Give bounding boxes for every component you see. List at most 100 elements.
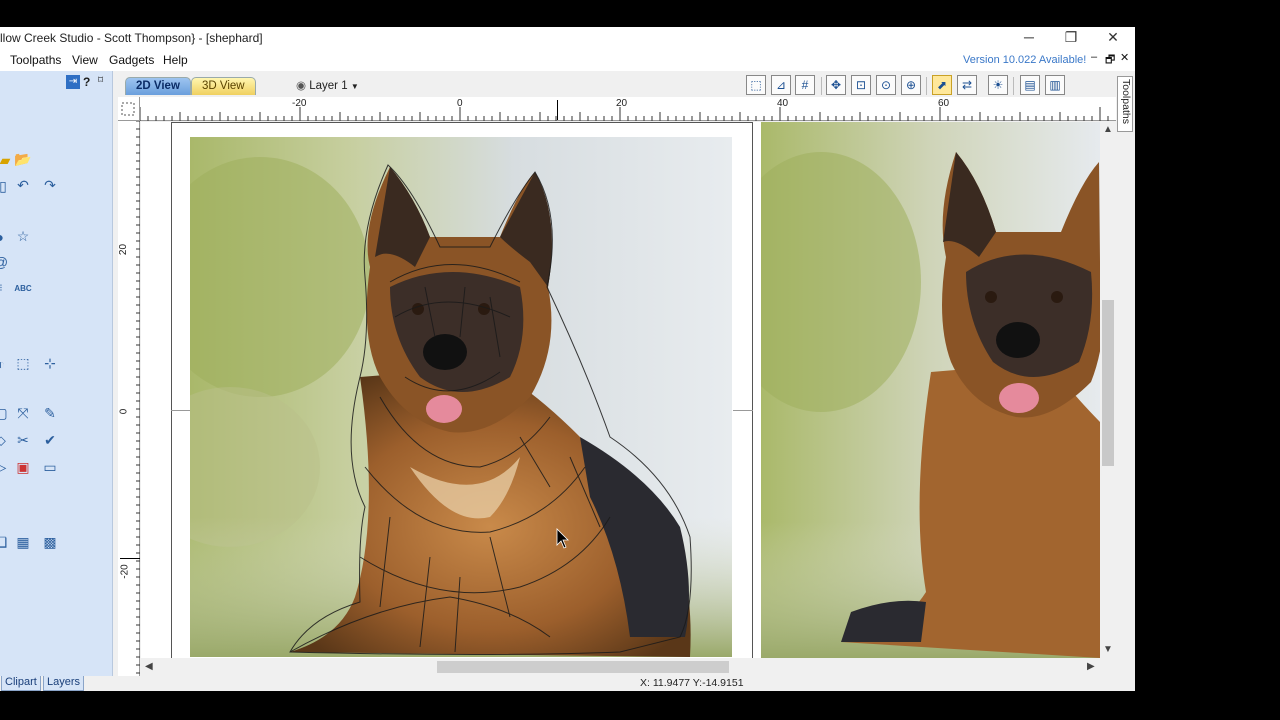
menu-toolpaths[interactable]: Toolpaths: [10, 53, 61, 67]
transform-icon[interactable]: ⬚: [14, 354, 32, 372]
status-bar: X: 11.9477 Y:-14.9151: [113, 676, 1135, 691]
title-bar: llow Creek Studio - Scott Thompson} - [s…: [0, 27, 1135, 49]
ruler-corner[interactable]: [118, 97, 140, 121]
undo-icon[interactable]: ↶: [14, 176, 32, 194]
scroll-thumb[interactable]: [1102, 300, 1114, 466]
dog-photo-traced[interactable]: [190, 137, 732, 657]
scroll-down-icon[interactable]: ▼: [1103, 644, 1113, 655]
split-v-icon[interactable]: ▥: [1045, 75, 1065, 95]
toolbar-separator: [821, 77, 822, 95]
ruler-label: 0: [118, 408, 130, 415]
align-center-icon[interactable]: ⊹: [41, 354, 59, 372]
toolpaths-tab-label: Toolpaths: [1120, 79, 1132, 124]
menu-view[interactable]: View: [72, 53, 98, 67]
toolbar-separator: [1013, 77, 1014, 95]
rotate-icon[interactable]: ◐: [0, 355, 10, 373]
image-icon[interactable]: ▭: [41, 458, 59, 476]
chevron-down-icon: ▼: [350, 82, 359, 91]
help-button[interactable]: ?: [83, 75, 90, 89]
mdi-minimize-button[interactable]: –: [1091, 51, 1097, 63]
menu-help[interactable]: Help: [163, 53, 188, 67]
layer-label: Layer 1: [309, 80, 348, 92]
window-title: llow Creek Studio - Scott Thompson} - [s…: [0, 31, 263, 45]
open-folder-icon[interactable]: ▰: [0, 151, 14, 169]
dots-icon[interactable]: ⁝: [0, 279, 10, 297]
zoom-all-icon[interactable]: ⊕: [901, 75, 921, 95]
left-panel-tabs: Clipart Layers: [0, 676, 113, 691]
ruler-label: 20: [616, 98, 628, 109]
scroll-thumb[interactable]: [437, 661, 729, 673]
layer-icon: ◉: [296, 80, 307, 92]
toolpaths-tab[interactable]: Toolpaths: [1117, 76, 1133, 132]
drawing-tools-panel: ⇥ ? ⌑ ▰ 📂 ▯ ↶ ↷ ◗ ☆ @ ⁝ ABC ◐ ⬚ ⊹ ▢ ⤧ ✎ …: [0, 71, 113, 676]
ruler-label: 60: [938, 98, 950, 109]
ruler-origin-icon: [121, 102, 135, 116]
ruler-label: -20: [119, 564, 131, 579]
zoom-box-icon[interactable]: ⊡: [851, 75, 871, 95]
app-window: llow Creek Studio - Scott Thompson} - [s…: [0, 27, 1135, 691]
restore-button[interactable]: ❐: [1050, 27, 1092, 49]
grid-icon[interactable]: ▦: [14, 533, 32, 551]
horizontal-ruler: -20 0 20 40 60: [140, 97, 1116, 121]
offset-icon[interactable]: ❏: [0, 533, 10, 551]
mirror-icon[interactable]: ⤧: [14, 404, 32, 422]
ruler-label: 40: [777, 98, 789, 109]
tab-clipart[interactable]: Clipart: [1, 676, 41, 691]
pen-icon[interactable]: ✎: [41, 404, 59, 422]
spiral-icon[interactable]: @: [0, 253, 10, 271]
node-icon[interactable]: ▢: [0, 404, 10, 422]
horizontal-scrollbar[interactable]: ◀ ▶: [141, 658, 1100, 676]
redo-icon[interactable]: ↷: [41, 176, 59, 194]
dog-photo-original[interactable]: [761, 122, 1100, 658]
scroll-up-icon[interactable]: ▲: [1103, 124, 1113, 135]
vertical-scrollbar[interactable]: ▲ ▼: [1100, 122, 1116, 658]
image-trace-icon[interactable]: ▣: [14, 458, 32, 476]
tab-2d-view[interactable]: 2D View: [125, 77, 191, 95]
ruler-ticks: [136, 121, 140, 674]
check-pen-icon[interactable]: ✔: [41, 431, 59, 449]
text-abc-icon[interactable]: ABC: [14, 279, 32, 297]
ruler-label: 20: [118, 243, 130, 256]
menu-gadgets[interactable]: Gadgets: [109, 53, 154, 67]
layer-dropdown[interactable]: ◉ Layer 1 ▼: [296, 78, 359, 92]
select-icon[interactable]: ⬈: [932, 75, 952, 95]
shape-icon[interactable]: ◗: [0, 228, 10, 246]
version-available-link[interactable]: Version 10.022 Available!: [963, 54, 1086, 66]
panel-expand-icon[interactable]: ⇥: [66, 75, 80, 89]
drawing-canvas[interactable]: [141, 122, 1100, 658]
ruler-ticks: [140, 107, 1109, 121]
minimize-button[interactable]: ─: [1008, 27, 1050, 49]
split-h-icon[interactable]: ▤: [1020, 75, 1040, 95]
pan-icon[interactable]: ✥: [826, 75, 846, 95]
cursor-coordinates: X: 11.9477 Y:-14.9151: [640, 677, 744, 689]
dog-image: [761, 122, 1100, 658]
weld-icon[interactable]: ⬦: [0, 431, 10, 449]
scroll-right-icon[interactable]: ▶: [1087, 661, 1095, 672]
center-guide: [733, 410, 753, 411]
scissors-icon[interactable]: ✂: [14, 431, 32, 449]
tab-layers[interactable]: Layers: [43, 676, 85, 691]
cursor-marker: [557, 100, 558, 120]
star-icon[interactable]: ☆: [14, 227, 32, 245]
mdi-restore-button[interactable]: 🗗: [1105, 51, 1115, 70]
grid-icon[interactable]: #: [795, 75, 815, 95]
ruler-label: 0: [457, 98, 463, 109]
scroll-left-icon[interactable]: ◀: [145, 661, 153, 672]
transform-icon[interactable]: ⇄: [957, 75, 977, 95]
zoom-fit-icon[interactable]: ⊙: [876, 75, 896, 95]
dog-image-with-vectors: [190, 137, 732, 657]
open-folder-icon[interactable]: 📂: [14, 150, 32, 168]
ruler-label: -20: [292, 98, 307, 109]
arrow-icon[interactable]: ▷: [0, 458, 10, 476]
tab-3d-view[interactable]: 3D View: [191, 77, 256, 95]
toolbar-separator: [926, 77, 927, 95]
center-guide: [171, 410, 191, 411]
light-icon[interactable]: ☀: [988, 75, 1008, 95]
wrap-icon[interactable]: ▩: [41, 533, 59, 551]
measure-icon[interactable]: ⊿: [771, 75, 791, 95]
close-button[interactable]: ✕: [1092, 27, 1134, 49]
mdi-close-button[interactable]: ✕: [1120, 51, 1129, 64]
snap-icon[interactable]: ⬚: [746, 75, 766, 95]
pin-button[interactable]: ⌑: [98, 75, 103, 86]
edit-icon[interactable]: ▯: [0, 177, 12, 195]
